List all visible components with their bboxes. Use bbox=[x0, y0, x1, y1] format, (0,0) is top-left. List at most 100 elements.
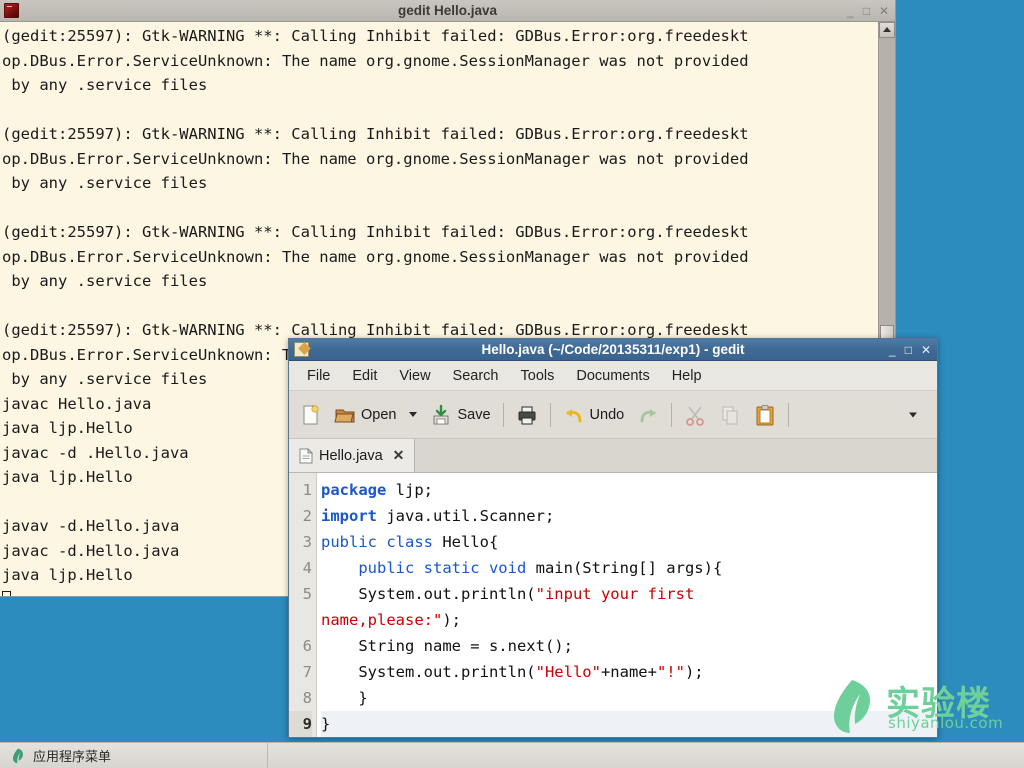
save-button[interactable]: Save bbox=[424, 400, 496, 430]
undo-button-label: Undo bbox=[589, 406, 625, 423]
close-button[interactable]: ✕ bbox=[879, 5, 889, 17]
new-document-button[interactable] bbox=[293, 400, 327, 430]
gedit-menubar[interactable]: File Edit View Search Tools Documents He… bbox=[289, 361, 937, 391]
taskbar-divider bbox=[267, 743, 269, 768]
code-token: import bbox=[321, 507, 377, 525]
terminal-line: op.DBus.Error.ServiceUnknown: The name o… bbox=[2, 51, 749, 70]
menu-tools[interactable]: Tools bbox=[511, 364, 565, 388]
code-token: String name = s.next(); bbox=[321, 637, 573, 655]
line-number: 9 bbox=[289, 711, 312, 737]
toolbar-overflow-button[interactable] bbox=[903, 408, 923, 421]
print-icon bbox=[516, 404, 538, 426]
taskbar[interactable]: 应用程序菜单 bbox=[0, 742, 1024, 768]
cut-button[interactable] bbox=[678, 400, 712, 430]
code-token: } bbox=[321, 689, 368, 707]
tab-hello-java[interactable]: Hello.java ✕ bbox=[289, 439, 416, 472]
file-document-icon bbox=[299, 447, 314, 464]
gedit-window[interactable]: Hello.java (~/Code/20135311/exp1) - gedi… bbox=[288, 338, 938, 738]
new-document-icon bbox=[299, 404, 321, 426]
undo-button[interactable]: Undo bbox=[557, 400, 631, 430]
line-number bbox=[289, 607, 312, 633]
menu-view[interactable]: View bbox=[389, 364, 440, 388]
gedit-editor-area[interactable]: 12345 6789 package ljp; import java.util.… bbox=[289, 473, 937, 737]
menu-help[interactable]: Help bbox=[662, 364, 712, 388]
app-menu-button[interactable]: 应用程序菜单 bbox=[0, 743, 121, 768]
gedit-window-controls[interactable]: _ □ ✕ bbox=[889, 339, 931, 360]
code-token: "!" bbox=[656, 663, 685, 681]
maximize-button[interactable]: □ bbox=[905, 344, 912, 356]
menu-edit[interactable]: Edit bbox=[342, 364, 387, 388]
menu-documents[interactable]: Documents bbox=[566, 364, 659, 388]
terminal-line: (gedit:25597): Gtk-WARNING **: Calling I… bbox=[2, 223, 749, 241]
code-line: public class Hello{ bbox=[321, 529, 937, 555]
scroll-up-arrow-icon[interactable] bbox=[879, 22, 895, 38]
copy-icon bbox=[719, 404, 741, 426]
open-button-label: Open bbox=[361, 406, 397, 423]
gedit-titlebar[interactable]: Hello.java (~/Code/20135311/exp1) - gedi… bbox=[289, 339, 937, 361]
code-line: name,please:"); bbox=[321, 607, 937, 633]
terminal-line: (gedit:25597): Gtk-WARNING **: Calling I… bbox=[2, 125, 749, 143]
close-button[interactable]: ✕ bbox=[921, 344, 931, 356]
code-token: System.out.println( bbox=[321, 585, 536, 603]
open-button[interactable]: Open bbox=[328, 400, 402, 430]
code-token: package bbox=[321, 481, 387, 499]
code-line: System.out.println("input your first bbox=[321, 581, 937, 607]
line-number-gutter: 1 2 3 4 5 6 7 8 9 bbox=[289, 473, 317, 737]
code-editor-text[interactable]: package ljp; import java.util.Scanner; pub… bbox=[317, 473, 937, 737]
code-token: ljp; bbox=[386, 481, 433, 499]
minimize-button[interactable]: _ bbox=[889, 344, 896, 356]
terminal-line: op.DBus.Error.ServiceUnknown: The name o… bbox=[2, 149, 749, 168]
code-token: "Hello" bbox=[535, 663, 601, 681]
toolbar-separator bbox=[502, 402, 504, 427]
terminal-line: by any .service files bbox=[2, 76, 208, 94]
code-token: main(String[] args){ bbox=[526, 559, 723, 577]
chevron-down-icon bbox=[909, 412, 917, 417]
code-token: public class bbox=[321, 533, 433, 551]
open-dropdown-button[interactable] bbox=[403, 408, 423, 421]
paste-button[interactable] bbox=[748, 400, 782, 430]
redo-arrow-icon bbox=[637, 404, 659, 426]
minimize-button[interactable]: _ bbox=[847, 5, 854, 17]
tab-label: Hello.java bbox=[319, 447, 383, 464]
code-line: } bbox=[321, 711, 937, 737]
toolbar-separator bbox=[549, 402, 551, 427]
terminal-window-controls[interactable]: _ □ ✕ bbox=[847, 0, 889, 21]
code-line: System.out.println("Hello"+name+"!"); bbox=[321, 659, 937, 685]
line-number: 2 bbox=[302, 507, 312, 525]
code-token: name,please:" bbox=[321, 611, 443, 629]
code-token: Hello{ bbox=[432, 533, 499, 551]
menu-search[interactable]: Search bbox=[443, 364, 509, 388]
menu-file[interactable]: File bbox=[297, 364, 340, 388]
code-token: "input your first bbox=[535, 585, 695, 603]
toolbar-separator bbox=[671, 402, 673, 427]
line-number: 4 bbox=[302, 559, 312, 577]
shiyanlou-logo-icon bbox=[10, 748, 26, 764]
terminal-title: gedit Hello.java bbox=[397, 3, 498, 18]
maximize-button[interactable]: □ bbox=[863, 5, 870, 17]
copy-button[interactable] bbox=[713, 400, 747, 430]
toolbar-separator bbox=[788, 402, 790, 427]
line-number: 3 bbox=[302, 533, 312, 551]
terminal-line: by any .service files bbox=[2, 174, 208, 192]
code-line: String name = s.next(); bbox=[321, 633, 937, 659]
gedit-toolbar[interactable]: Open Save Undo bbox=[289, 391, 937, 439]
code-line: } bbox=[321, 685, 937, 711]
line-number: 5 bbox=[302, 585, 312, 603]
undo-arrow-icon bbox=[563, 404, 585, 426]
line-number: 7 bbox=[302, 663, 312, 681]
print-button[interactable] bbox=[510, 400, 544, 430]
terminal-line: (gedit:25597): Gtk-WARNING **: Calling I… bbox=[2, 27, 749, 45]
gedit-tabbar[interactable]: Hello.java ✕ bbox=[289, 439, 937, 473]
redo-button[interactable] bbox=[631, 400, 665, 430]
code-token: java.util.Scanner; bbox=[377, 507, 555, 525]
code-token: System.out.println( bbox=[321, 663, 536, 681]
terminal-titlebar[interactable]: gedit Hello.java _ □ ✕ bbox=[0, 0, 895, 22]
code-line: import java.util.Scanner; bbox=[321, 503, 937, 529]
app-menu-label: 应用程序菜单 bbox=[33, 750, 112, 765]
tab-close-icon[interactable]: ✕ bbox=[393, 447, 405, 464]
code-token: public static void bbox=[358, 559, 527, 577]
